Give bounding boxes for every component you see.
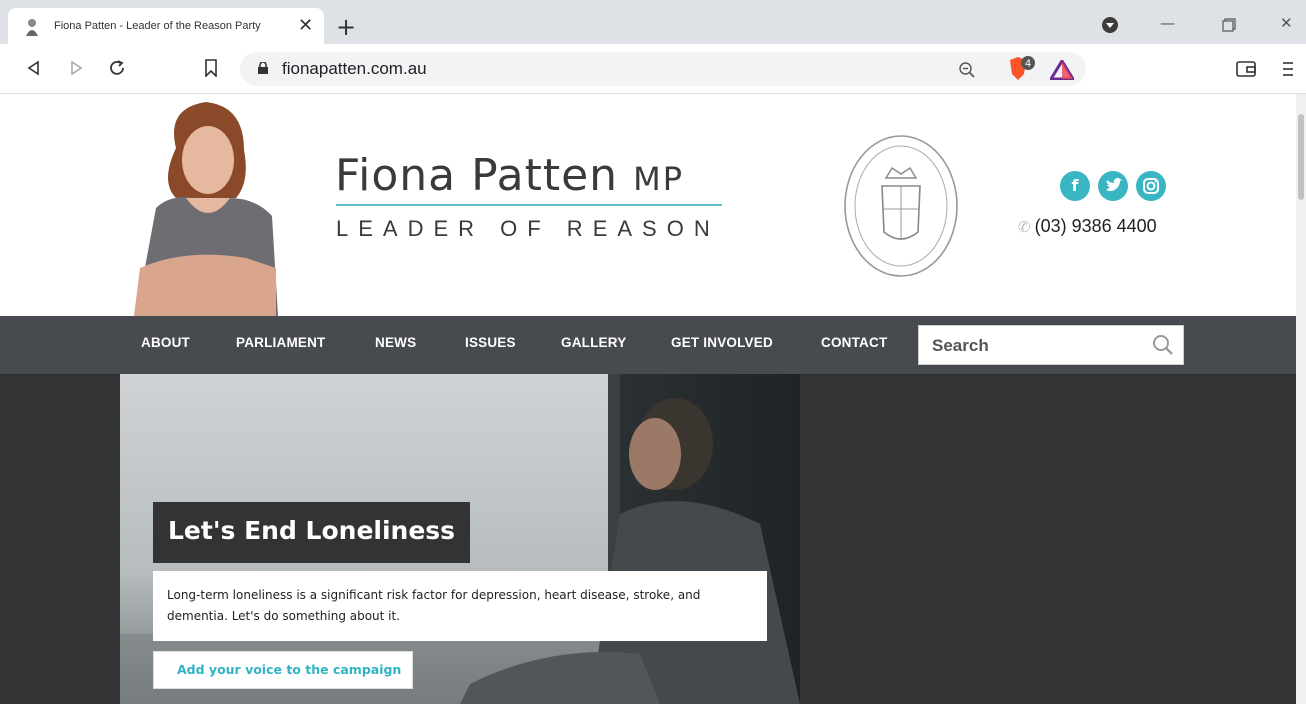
new-tab-button[interactable]: + <box>336 15 356 39</box>
reload-icon[interactable] <box>108 59 126 77</box>
nav-gallery[interactable]: GALLERY <box>561 335 626 350</box>
phone-text: (03) 9386 4400 <box>1034 216 1157 236</box>
instagram-icon[interactable] <box>1136 171 1166 201</box>
fiona-patten-portrait <box>134 102 278 316</box>
minimize-icon[interactable]: — <box>1160 14 1175 32</box>
phone-number[interactable]: ✆ (03) 9386 4400 <box>1018 216 1157 237</box>
lock-icon[interactable] <box>258 62 268 74</box>
back-icon[interactable] <box>26 60 42 76</box>
hero-description: Long-term loneliness is a significant ri… <box>167 588 701 623</box>
brand-title[interactable]: Fiona Patten MP <box>335 150 684 201</box>
brand-suffix: MP <box>633 160 684 198</box>
brave-badge-count: 4 <box>1025 59 1031 70</box>
brave-shields-icon[interactable]: 4 <box>1008 56 1038 82</box>
brand-name: Fiona Patten <box>335 150 619 201</box>
nav-parliament[interactable]: PARLIAMENT <box>236 335 326 350</box>
brave-rewards-icon[interactable] <box>1050 60 1074 80</box>
wallet-icon[interactable] <box>1236 61 1256 77</box>
profile-menu-icon[interactable] <box>1102 17 1118 33</box>
site-favicon-icon <box>26 19 38 36</box>
brand-tagline: LEADER OF REASON <box>336 216 720 241</box>
window-close-icon[interactable]: ✕ <box>1280 14 1293 32</box>
scrollbar-thumb[interactable] <box>1298 114 1304 200</box>
bookmark-icon[interactable] <box>204 59 218 77</box>
tab-title: Fiona Patten - Leader of the Reason Part… <box>54 20 261 32</box>
phone-icon: ✆ <box>1018 219 1031 236</box>
campaign-button-label[interactable]: Add your voice to the campaign <box>177 662 401 677</box>
facebook-icon[interactable]: f <box>1060 171 1090 201</box>
close-tab-icon[interactable]: ✕ <box>298 16 313 36</box>
forward-icon[interactable] <box>68 60 84 76</box>
brand-divider <box>336 204 722 206</box>
hero-title: Let's End Loneliness <box>168 516 456 545</box>
search-placeholder[interactable]: Search <box>932 336 989 356</box>
restore-icon[interactable] <box>1222 18 1236 32</box>
nav-contact[interactable]: CONTACT <box>821 335 887 350</box>
nav-issues[interactable]: ISSUES <box>465 335 516 350</box>
twitter-icon[interactable] <box>1098 171 1128 201</box>
nav-get-involved[interactable]: GET INVOLVED <box>671 335 773 350</box>
search-icon[interactable] <box>1152 334 1174 356</box>
menu-icon[interactable] <box>1282 60 1294 78</box>
parliament-seal-icon <box>844 135 958 277</box>
nav-news[interactable]: NEWS <box>375 335 416 350</box>
zoom-out-icon[interactable] <box>958 61 976 79</box>
url-text[interactable]: fionapatten.com.au <box>282 59 427 79</box>
nav-about[interactable]: ABOUT <box>141 335 190 350</box>
